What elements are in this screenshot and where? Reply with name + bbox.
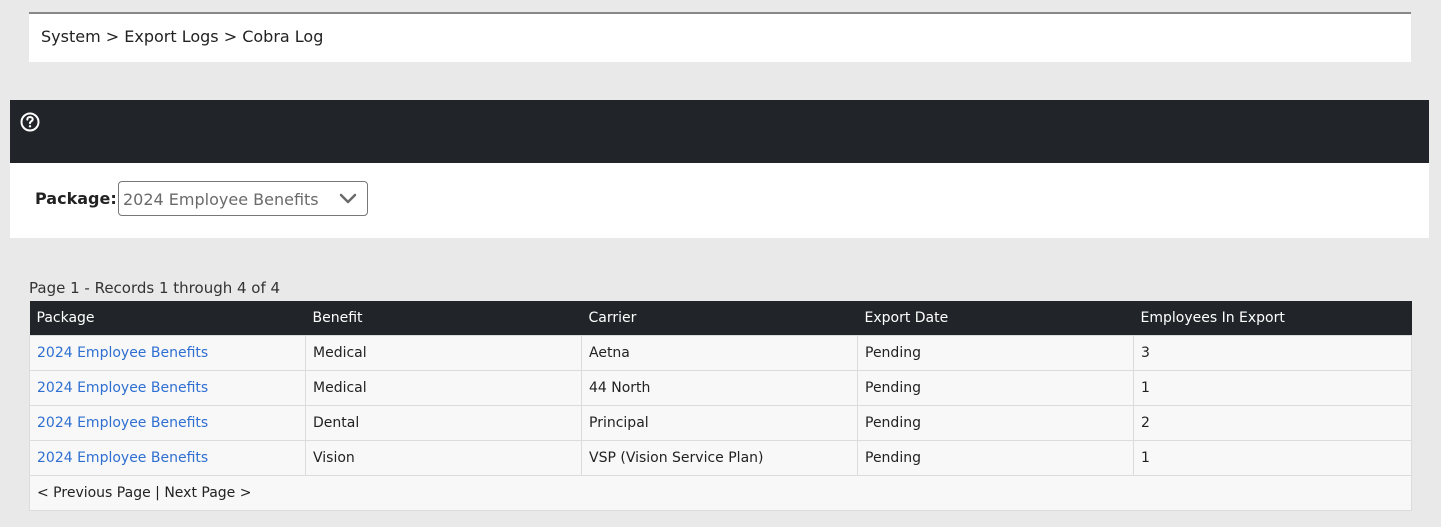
help-circle-icon[interactable] (20, 112, 40, 132)
package-select-value: 2024 Employee Benefits (123, 190, 319, 209)
package-link[interactable]: 2024 Employee Benefits (37, 380, 208, 396)
filter-panel: Package: 2024 Employee Benefits (10, 163, 1429, 238)
column-header-package[interactable]: Package (29, 301, 306, 335)
table-row: 2024 Employee Benefits Medical Aetna Pen… (29, 334, 1412, 371)
cell-employees-in-export: 1 (1133, 439, 1412, 476)
package-select[interactable]: 2024 Employee Benefits (118, 181, 368, 216)
breadcrumb: System > Export Logs > Cobra Log (41, 27, 324, 46)
previous-page-link[interactable]: < Previous Page (37, 485, 151, 501)
chevron-down-icon (339, 193, 357, 204)
records-info: Page 1 - Records 1 through 4 of 4 (29, 279, 281, 297)
cell-carrier: VSP (Vision Service Plan) (581, 439, 858, 476)
package-link[interactable]: 2024 Employee Benefits (37, 450, 208, 466)
cell-carrier: 44 North (581, 369, 858, 406)
table-header-row: Package Benefit Carrier Export Date Empl… (29, 301, 1412, 335)
cell-employees-in-export: 2 (1133, 404, 1412, 441)
toolbar (10, 100, 1429, 163)
column-header-export-date[interactable]: Export Date (857, 301, 1134, 335)
cell-employees-in-export: 1 (1133, 369, 1412, 406)
column-header-benefit[interactable]: Benefit (305, 301, 582, 335)
cell-package: 2024 Employee Benefits (29, 439, 306, 476)
table-row: 2024 Employee Benefits Dental Principal … (29, 404, 1412, 441)
column-header-carrier[interactable]: Carrier (581, 301, 858, 335)
column-header-employees-in-export[interactable]: Employees In Export (1133, 301, 1412, 335)
package-label: Package: (35, 189, 117, 208)
cobra-log-table: Package Benefit Carrier Export Date Empl… (29, 301, 1412, 511)
pager: < Previous Page | Next Page > (29, 474, 1412, 511)
cell-benefit: Vision (305, 439, 582, 476)
next-page-link[interactable]: Next Page > (164, 485, 251, 501)
cell-employees-in-export: 3 (1133, 334, 1412, 371)
cell-export-date: Pending (857, 439, 1134, 476)
cell-benefit: Dental (305, 404, 582, 441)
cell-benefit: Medical (305, 369, 582, 406)
package-link[interactable]: 2024 Employee Benefits (37, 345, 208, 361)
cell-benefit: Medical (305, 334, 582, 371)
cell-export-date: Pending (857, 404, 1134, 441)
table-row: 2024 Employee Benefits Medical 44 North … (29, 369, 1412, 406)
cell-export-date: Pending (857, 369, 1134, 406)
cell-carrier: Aetna (581, 334, 858, 371)
breadcrumb-bar: System > Export Logs > Cobra Log (29, 12, 1411, 62)
pager-separator: | (150, 484, 165, 501)
cell-package: 2024 Employee Benefits (29, 369, 306, 406)
cell-carrier: Principal (581, 404, 858, 441)
package-link[interactable]: 2024 Employee Benefits (37, 415, 208, 431)
cell-export-date: Pending (857, 334, 1134, 371)
pager-row: < Previous Page | Next Page > (29, 474, 1412, 511)
cell-package: 2024 Employee Benefits (29, 334, 306, 371)
cell-package: 2024 Employee Benefits (29, 404, 306, 441)
table-row: 2024 Employee Benefits Vision VSP (Visio… (29, 439, 1412, 476)
